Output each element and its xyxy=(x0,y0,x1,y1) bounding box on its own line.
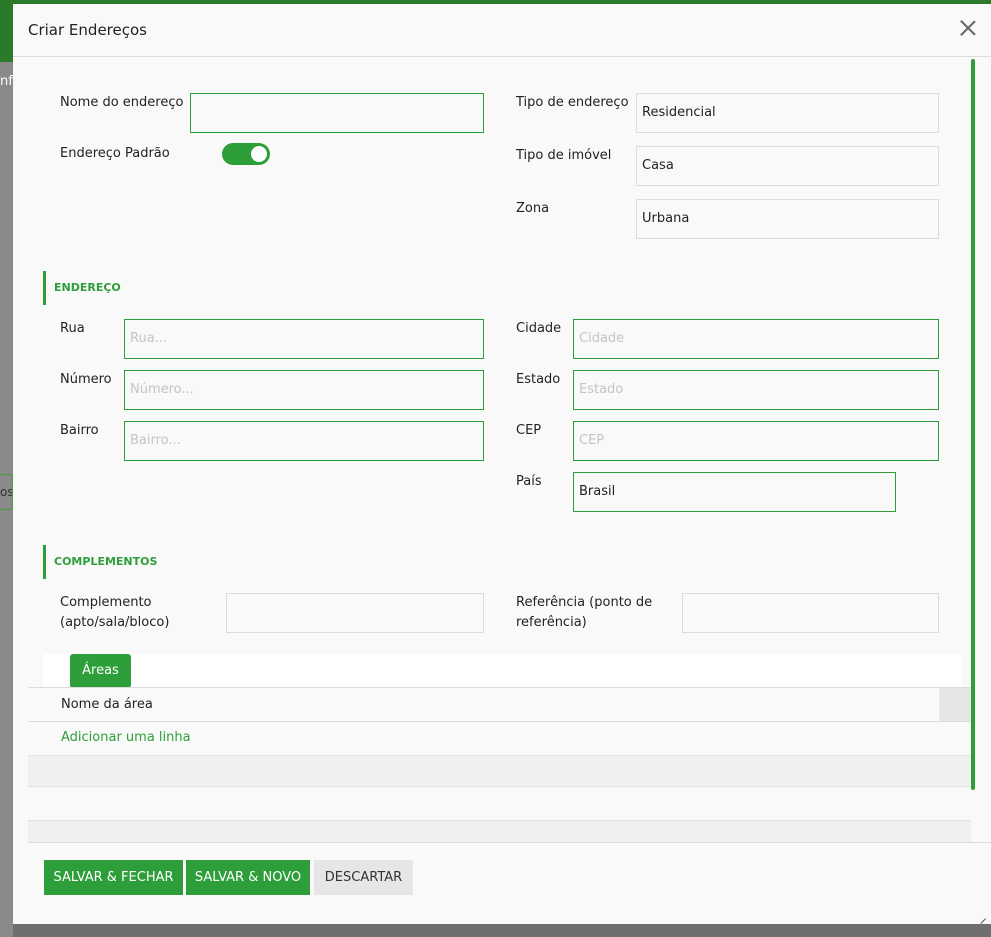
section-endereco: ENDEREÇO xyxy=(43,271,121,305)
estado-label: Estado xyxy=(516,372,561,387)
zona-label: Zona xyxy=(516,201,550,216)
resize-handle-icon[interactable] xyxy=(978,911,986,919)
tipo-imovel-select[interactable]: Casa xyxy=(636,146,939,186)
nome-endereco-input[interactable] xyxy=(190,93,484,133)
tab-areas[interactable]: Áreas xyxy=(70,654,131,688)
save-new-button[interactable]: SALVAR & NOVO xyxy=(186,860,310,895)
cep-input[interactable]: CEP xyxy=(573,421,939,461)
referencia-label-line1: Referência (ponto de xyxy=(516,595,653,610)
pais-select[interactable]: Brasil xyxy=(573,472,896,512)
cidade-label: Cidade xyxy=(516,321,562,336)
pais-label: País xyxy=(516,474,542,489)
endereco-padrao-label: Endereço Padrão xyxy=(60,146,170,161)
cidade-input[interactable]: Cidade xyxy=(573,319,939,359)
zona-select[interactable]: Urbana xyxy=(636,199,939,239)
numero-input[interactable]: Número... xyxy=(124,370,484,410)
complemento-label-line1: Complemento xyxy=(60,595,152,610)
discard-button[interactable]: DESCARTAR xyxy=(314,860,413,895)
referencia-label: Referência (ponto de referência) xyxy=(516,593,652,633)
tipo-endereco-label: Tipo de endereço xyxy=(516,95,629,110)
dialog-header: Criar Endereços xyxy=(13,4,991,57)
referencia-label-line2: referência) xyxy=(516,615,587,630)
areas-tab-bar xyxy=(43,654,961,688)
column-nome-area[interactable]: Nome da área xyxy=(61,688,153,722)
tipo-endereco-select[interactable]: Residencial xyxy=(636,93,939,133)
table-row xyxy=(28,755,971,787)
create-address-dialog: Criar Endereços Nome do endereço Endereç… xyxy=(13,4,991,924)
toggle-knob xyxy=(251,146,267,162)
column-actions xyxy=(939,688,971,721)
areas-table-header: Nome da área xyxy=(28,687,971,722)
rua-input[interactable]: Rua... xyxy=(124,319,484,359)
complemento-label: Complemento (apto/sala/bloco) xyxy=(60,593,169,633)
section-complementos: COMPLEMENTOS xyxy=(43,545,157,579)
dialog-title: Criar Endereços xyxy=(28,21,147,39)
complemento-input[interactable] xyxy=(226,593,484,633)
tipo-imovel-label: Tipo de imóvel xyxy=(516,148,612,163)
bairro-label: Bairro xyxy=(60,423,99,438)
complemento-label-line2: (apto/sala/bloco) xyxy=(60,615,170,630)
endereco-padrao-toggle[interactable] xyxy=(222,143,270,165)
background-tab: os xyxy=(0,474,13,510)
dialog-footer-divider xyxy=(28,842,991,843)
estado-input[interactable]: Estado xyxy=(573,370,939,410)
rua-label: Rua xyxy=(60,321,85,336)
referencia-input[interactable] xyxy=(682,593,939,633)
add-line-link[interactable]: Adicionar uma linha xyxy=(61,728,191,748)
scrollbar[interactable] xyxy=(971,59,975,790)
nome-endereco-label: Nome do endereço xyxy=(60,95,184,110)
save-close-button[interactable]: SALVAR & FECHAR xyxy=(44,860,183,895)
bairro-input[interactable]: Bairro... xyxy=(124,421,484,461)
table-footer-strip xyxy=(28,820,971,842)
numero-label: Número xyxy=(60,372,112,387)
cep-label: CEP xyxy=(516,423,542,438)
close-icon[interactable] xyxy=(959,19,977,37)
